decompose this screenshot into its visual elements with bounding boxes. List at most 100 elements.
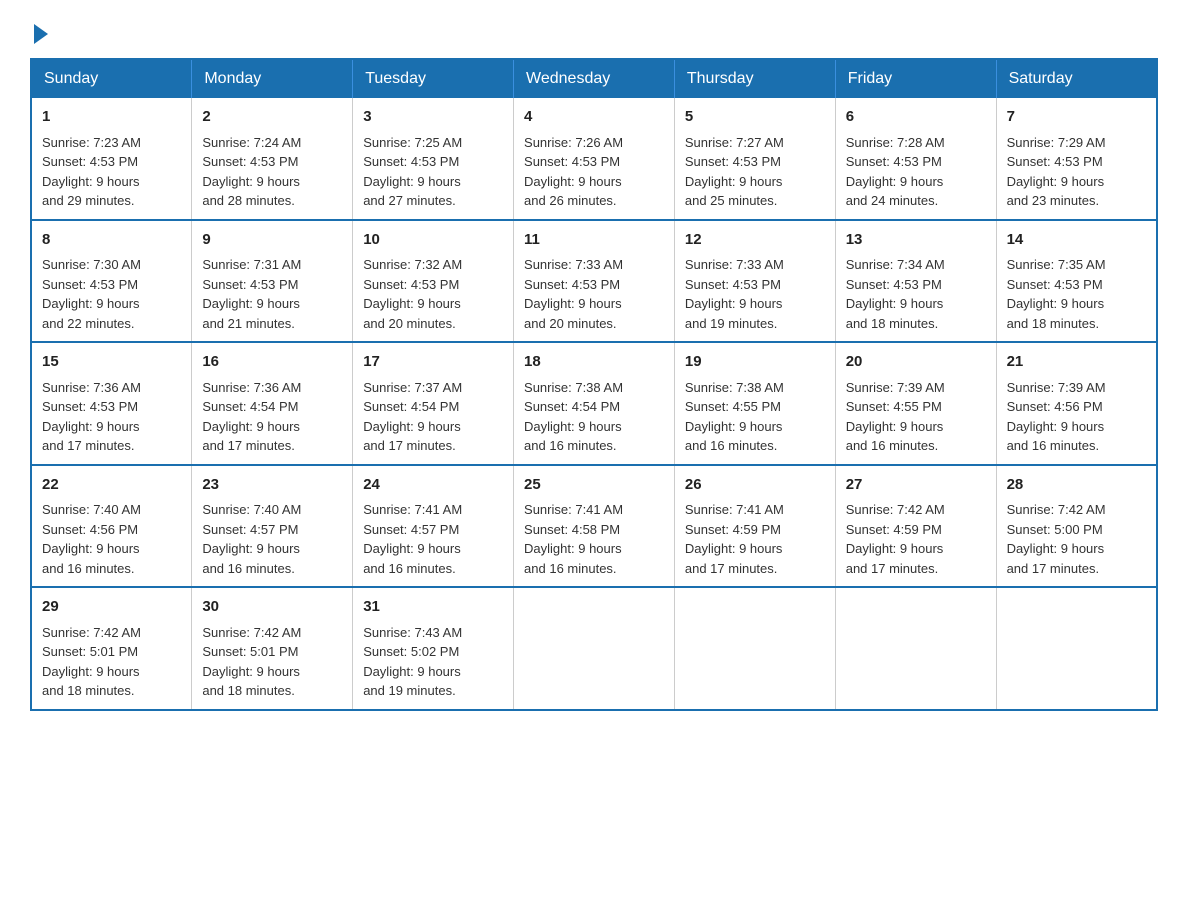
day-info: Sunrise: 7:28 AMSunset: 4:53 PMDaylight:… xyxy=(846,135,945,209)
day-number: 2 xyxy=(202,106,342,129)
day-number: 17 xyxy=(363,351,503,374)
day-number: 16 xyxy=(202,351,342,374)
day-number: 29 xyxy=(42,596,181,619)
weekday-header-row: SundayMondayTuesdayWednesdayThursdayFrid… xyxy=(31,59,1157,98)
calendar-cell: 4 Sunrise: 7:26 AMSunset: 4:53 PMDayligh… xyxy=(514,98,675,220)
day-info: Sunrise: 7:38 AMSunset: 4:55 PMDaylight:… xyxy=(685,380,784,454)
day-info: Sunrise: 7:38 AMSunset: 4:54 PMDaylight:… xyxy=(524,380,623,454)
calendar-cell: 16 Sunrise: 7:36 AMSunset: 4:54 PMDaylig… xyxy=(192,342,353,465)
day-info: Sunrise: 7:42 AMSunset: 5:01 PMDaylight:… xyxy=(42,625,141,699)
day-number: 8 xyxy=(42,229,181,252)
day-number: 3 xyxy=(363,106,503,129)
day-info: Sunrise: 7:39 AMSunset: 4:56 PMDaylight:… xyxy=(1007,380,1106,454)
calendar-week-row: 29 Sunrise: 7:42 AMSunset: 5:01 PMDaylig… xyxy=(31,587,1157,710)
day-number: 11 xyxy=(524,229,664,252)
calendar-cell: 27 Sunrise: 7:42 AMSunset: 4:59 PMDaylig… xyxy=(835,465,996,588)
calendar-cell: 12 Sunrise: 7:33 AMSunset: 4:53 PMDaylig… xyxy=(674,220,835,343)
calendar-table: SundayMondayTuesdayWednesdayThursdayFrid… xyxy=(30,58,1158,711)
calendar-cell xyxy=(674,587,835,710)
calendar-cell: 17 Sunrise: 7:37 AMSunset: 4:54 PMDaylig… xyxy=(353,342,514,465)
day-info: Sunrise: 7:33 AMSunset: 4:53 PMDaylight:… xyxy=(524,257,623,331)
calendar-cell: 18 Sunrise: 7:38 AMSunset: 4:54 PMDaylig… xyxy=(514,342,675,465)
weekday-header-friday: Friday xyxy=(835,59,996,98)
weekday-header-wednesday: Wednesday xyxy=(514,59,675,98)
calendar-cell: 30 Sunrise: 7:42 AMSunset: 5:01 PMDaylig… xyxy=(192,587,353,710)
calendar-cell: 23 Sunrise: 7:40 AMSunset: 4:57 PMDaylig… xyxy=(192,465,353,588)
calendar-week-row: 15 Sunrise: 7:36 AMSunset: 4:53 PMDaylig… xyxy=(31,342,1157,465)
day-info: Sunrise: 7:42 AMSunset: 5:00 PMDaylight:… xyxy=(1007,502,1106,576)
day-info: Sunrise: 7:41 AMSunset: 4:59 PMDaylight:… xyxy=(685,502,784,576)
calendar-cell: 25 Sunrise: 7:41 AMSunset: 4:58 PMDaylig… xyxy=(514,465,675,588)
page-header xyxy=(30,20,1158,40)
weekday-header-saturday: Saturday xyxy=(996,59,1157,98)
day-info: Sunrise: 7:39 AMSunset: 4:55 PMDaylight:… xyxy=(846,380,945,454)
logo xyxy=(30,20,48,40)
day-number: 21 xyxy=(1007,351,1146,374)
day-number: 13 xyxy=(846,229,986,252)
day-number: 28 xyxy=(1007,474,1146,497)
day-info: Sunrise: 7:26 AMSunset: 4:53 PMDaylight:… xyxy=(524,135,623,209)
calendar-week-row: 8 Sunrise: 7:30 AMSunset: 4:53 PMDayligh… xyxy=(31,220,1157,343)
calendar-cell xyxy=(835,587,996,710)
day-number: 12 xyxy=(685,229,825,252)
calendar-week-row: 22 Sunrise: 7:40 AMSunset: 4:56 PMDaylig… xyxy=(31,465,1157,588)
calendar-cell: 6 Sunrise: 7:28 AMSunset: 4:53 PMDayligh… xyxy=(835,98,996,220)
calendar-cell: 22 Sunrise: 7:40 AMSunset: 4:56 PMDaylig… xyxy=(31,465,192,588)
day-info: Sunrise: 7:37 AMSunset: 4:54 PMDaylight:… xyxy=(363,380,462,454)
day-info: Sunrise: 7:34 AMSunset: 4:53 PMDaylight:… xyxy=(846,257,945,331)
day-number: 25 xyxy=(524,474,664,497)
day-number: 23 xyxy=(202,474,342,497)
calendar-cell: 21 Sunrise: 7:39 AMSunset: 4:56 PMDaylig… xyxy=(996,342,1157,465)
day-number: 14 xyxy=(1007,229,1146,252)
calendar-cell: 3 Sunrise: 7:25 AMSunset: 4:53 PMDayligh… xyxy=(353,98,514,220)
day-number: 18 xyxy=(524,351,664,374)
calendar-cell: 9 Sunrise: 7:31 AMSunset: 4:53 PMDayligh… xyxy=(192,220,353,343)
calendar-cell xyxy=(996,587,1157,710)
day-number: 26 xyxy=(685,474,825,497)
day-info: Sunrise: 7:35 AMSunset: 4:53 PMDaylight:… xyxy=(1007,257,1106,331)
day-info: Sunrise: 7:41 AMSunset: 4:58 PMDaylight:… xyxy=(524,502,623,576)
day-number: 20 xyxy=(846,351,986,374)
weekday-header-thursday: Thursday xyxy=(674,59,835,98)
calendar-cell: 20 Sunrise: 7:39 AMSunset: 4:55 PMDaylig… xyxy=(835,342,996,465)
calendar-cell: 31 Sunrise: 7:43 AMSunset: 5:02 PMDaylig… xyxy=(353,587,514,710)
day-number: 5 xyxy=(685,106,825,129)
day-number: 15 xyxy=(42,351,181,374)
day-number: 10 xyxy=(363,229,503,252)
calendar-cell: 13 Sunrise: 7:34 AMSunset: 4:53 PMDaylig… xyxy=(835,220,996,343)
day-info: Sunrise: 7:40 AMSunset: 4:56 PMDaylight:… xyxy=(42,502,141,576)
day-info: Sunrise: 7:36 AMSunset: 4:54 PMDaylight:… xyxy=(202,380,301,454)
weekday-header-tuesday: Tuesday xyxy=(353,59,514,98)
day-number: 4 xyxy=(524,106,664,129)
day-number: 30 xyxy=(202,596,342,619)
day-info: Sunrise: 7:24 AMSunset: 4:53 PMDaylight:… xyxy=(202,135,301,209)
calendar-cell: 11 Sunrise: 7:33 AMSunset: 4:53 PMDaylig… xyxy=(514,220,675,343)
calendar-cell: 8 Sunrise: 7:30 AMSunset: 4:53 PMDayligh… xyxy=(31,220,192,343)
day-info: Sunrise: 7:31 AMSunset: 4:53 PMDaylight:… xyxy=(202,257,301,331)
day-info: Sunrise: 7:32 AMSunset: 4:53 PMDaylight:… xyxy=(363,257,462,331)
day-info: Sunrise: 7:42 AMSunset: 5:01 PMDaylight:… xyxy=(202,625,301,699)
day-info: Sunrise: 7:36 AMSunset: 4:53 PMDaylight:… xyxy=(42,380,141,454)
day-number: 27 xyxy=(846,474,986,497)
calendar-cell: 26 Sunrise: 7:41 AMSunset: 4:59 PMDaylig… xyxy=(674,465,835,588)
calendar-cell: 24 Sunrise: 7:41 AMSunset: 4:57 PMDaylig… xyxy=(353,465,514,588)
day-info: Sunrise: 7:30 AMSunset: 4:53 PMDaylight:… xyxy=(42,257,141,331)
weekday-header-sunday: Sunday xyxy=(31,59,192,98)
day-info: Sunrise: 7:33 AMSunset: 4:53 PMDaylight:… xyxy=(685,257,784,331)
calendar-cell: 28 Sunrise: 7:42 AMSunset: 5:00 PMDaylig… xyxy=(996,465,1157,588)
day-info: Sunrise: 7:29 AMSunset: 4:53 PMDaylight:… xyxy=(1007,135,1106,209)
day-number: 9 xyxy=(202,229,342,252)
day-info: Sunrise: 7:42 AMSunset: 4:59 PMDaylight:… xyxy=(846,502,945,576)
day-number: 31 xyxy=(363,596,503,619)
calendar-cell: 10 Sunrise: 7:32 AMSunset: 4:53 PMDaylig… xyxy=(353,220,514,343)
day-number: 6 xyxy=(846,106,986,129)
day-number: 1 xyxy=(42,106,181,129)
calendar-cell: 14 Sunrise: 7:35 AMSunset: 4:53 PMDaylig… xyxy=(996,220,1157,343)
calendar-cell: 19 Sunrise: 7:38 AMSunset: 4:55 PMDaylig… xyxy=(674,342,835,465)
day-info: Sunrise: 7:43 AMSunset: 5:02 PMDaylight:… xyxy=(363,625,462,699)
weekday-header-monday: Monday xyxy=(192,59,353,98)
calendar-cell: 7 Sunrise: 7:29 AMSunset: 4:53 PMDayligh… xyxy=(996,98,1157,220)
day-info: Sunrise: 7:25 AMSunset: 4:53 PMDaylight:… xyxy=(363,135,462,209)
calendar-cell: 15 Sunrise: 7:36 AMSunset: 4:53 PMDaylig… xyxy=(31,342,192,465)
calendar-cell: 5 Sunrise: 7:27 AMSunset: 4:53 PMDayligh… xyxy=(674,98,835,220)
